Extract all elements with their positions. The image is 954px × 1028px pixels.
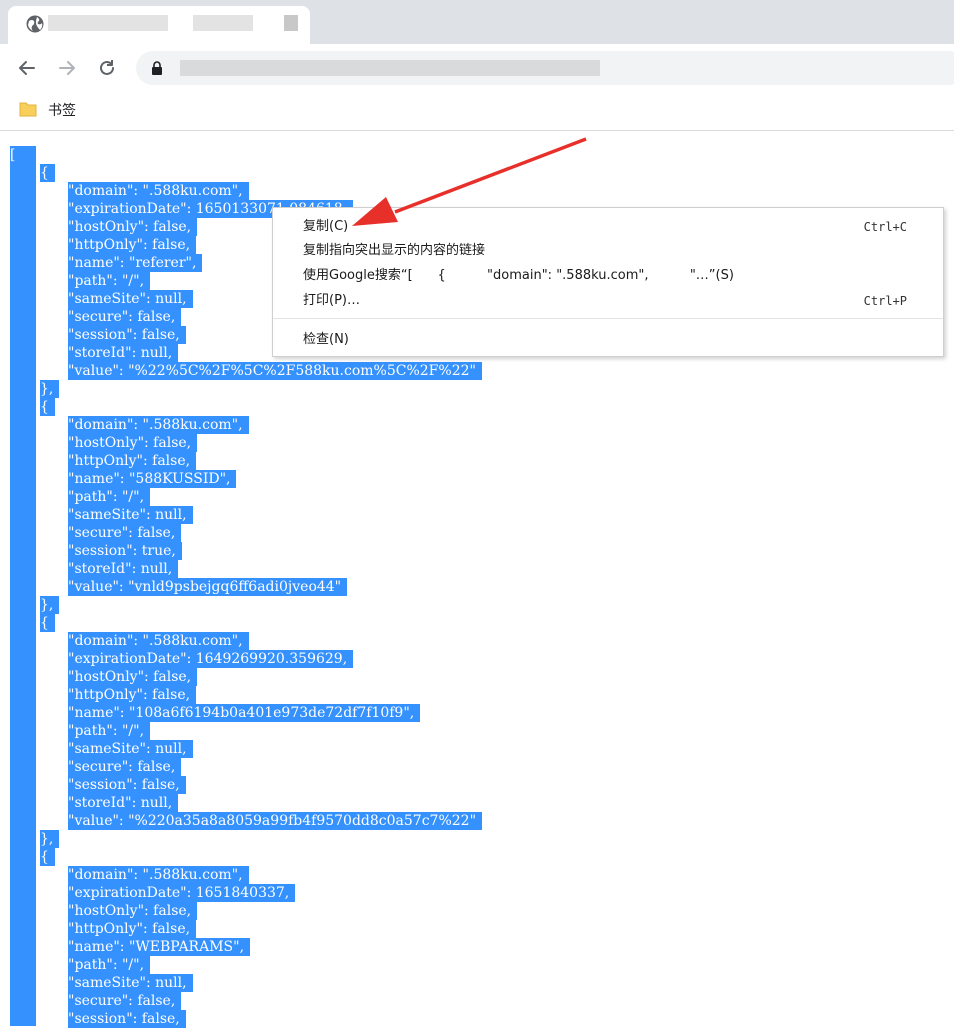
json-line: "name": "108a6f6194b0a401e973de72df7f10f… bbox=[10, 704, 954, 722]
json-line: "value": "vnld9psbejgq6ff6adi0jveo44" bbox=[10, 578, 954, 596]
annotation-arrow-icon bbox=[352, 137, 587, 226]
json-line: "hostOnly": false, bbox=[10, 902, 954, 920]
json-line-text: "sameSite": null, bbox=[68, 506, 193, 524]
json-line: "value": "%220a35a8a8059a99fb4f9570dd8c0… bbox=[10, 812, 954, 830]
json-line-text: { bbox=[40, 848, 55, 866]
json-line: "session": true, bbox=[10, 542, 954, 560]
json-line: "name": "WEBPARAMS", bbox=[10, 938, 954, 956]
json-line: }, bbox=[10, 830, 954, 848]
json-line-text: "name": "108a6f6194b0a401e973de72df7f10f… bbox=[68, 704, 421, 722]
json-line: "expirationDate": 1651840337, bbox=[10, 884, 954, 902]
json-line-text: "name": "WEBPARAMS", bbox=[68, 938, 251, 956]
json-line: "secure": false, bbox=[10, 524, 954, 542]
json-line-text: "hostOnly": false, bbox=[68, 434, 198, 452]
json-line-text: "storeId": null, bbox=[68, 560, 179, 578]
json-line: "secure": false, bbox=[10, 992, 954, 1010]
json-line: { bbox=[10, 398, 954, 416]
json-line: "path": "/", bbox=[10, 956, 954, 974]
json-line-text: "httpOnly": false, bbox=[68, 686, 197, 704]
json-line: "domain": ".588ku.com", bbox=[10, 416, 954, 434]
json-line-text: "httpOnly": false, bbox=[68, 920, 197, 938]
json-line-text: "expirationDate": 1651840337, bbox=[68, 884, 296, 902]
json-line-text: "domain": ".588ku.com", bbox=[68, 866, 249, 884]
json-line: "name": "588KUSSID", bbox=[10, 470, 954, 488]
json-line-text: "httpOnly": false, bbox=[68, 452, 197, 470]
json-line: }, bbox=[10, 596, 954, 614]
json-line: "hostOnly": false, bbox=[10, 668, 954, 686]
json-line: "httpOnly": false, bbox=[10, 920, 954, 938]
json-line-text: "secure": false, bbox=[68, 524, 182, 542]
json-line-text: "value": "%220a35a8a8059a99fb4f9570dd8c0… bbox=[68, 812, 483, 830]
json-line: { bbox=[10, 848, 954, 866]
json-line: "httpOnly": false, bbox=[10, 452, 954, 470]
json-line-text: "path": "/", bbox=[68, 488, 151, 506]
json-line: "domain": ".588ku.com", bbox=[10, 632, 954, 650]
json-line-text: { bbox=[40, 398, 55, 416]
json-line-text: "storeId": null, bbox=[68, 794, 179, 812]
json-line-text: "session": false, bbox=[68, 1010, 186, 1028]
json-line-text: "sameSite": null, bbox=[68, 740, 193, 758]
json-line-text: "session": false, bbox=[68, 776, 186, 794]
json-line: "path": "/", bbox=[10, 722, 954, 740]
json-line: "session": false, bbox=[10, 776, 954, 794]
json-line-text: "value": "vnld9psbejgq6ff6adi0jveo44" bbox=[68, 578, 348, 596]
json-line: "sameSite": null, bbox=[10, 740, 954, 758]
json-line: "secure": false, bbox=[10, 758, 954, 776]
json-line-text: "expirationDate": 1649269920.359629, bbox=[68, 650, 354, 668]
json-line-text: "secure": false, bbox=[68, 992, 182, 1010]
json-line: "sameSite": null, bbox=[10, 506, 954, 524]
json-line-text: }, bbox=[40, 596, 60, 614]
json-line-text: "domain": ".588ku.com", bbox=[68, 632, 249, 650]
json-line: "path": "/", bbox=[10, 488, 954, 506]
json-line: "domain": ".588ku.com", bbox=[10, 866, 954, 884]
json-line: "httpOnly": false, bbox=[10, 686, 954, 704]
json-line: "storeId": null, bbox=[10, 560, 954, 578]
json-line: "sameSite": null, bbox=[10, 974, 954, 992]
json-line: "session": false, bbox=[10, 1010, 954, 1028]
json-line: "hostOnly": false, bbox=[10, 434, 954, 452]
json-line-text: "hostOnly": false, bbox=[68, 668, 198, 686]
json-line-text: }, bbox=[40, 830, 60, 848]
json-line-text: "session": true, bbox=[68, 542, 182, 560]
json-line-text: "secure": false, bbox=[68, 758, 182, 776]
json-line: "storeId": null, bbox=[10, 794, 954, 812]
json-line: "expirationDate": 1649269920.359629, bbox=[10, 650, 954, 668]
json-line-text: "domain": ".588ku.com", bbox=[68, 416, 249, 434]
json-line-text: "name": "588KUSSID", bbox=[68, 470, 237, 488]
json-line-text: { bbox=[40, 614, 55, 632]
json-line-text: "hostOnly": false, bbox=[68, 902, 198, 920]
json-line-text: "sameSite": null, bbox=[68, 974, 193, 992]
json-line: { bbox=[10, 614, 954, 632]
json-line-text: "path": "/", bbox=[68, 956, 151, 974]
json-line-text: "path": "/", bbox=[68, 722, 151, 740]
